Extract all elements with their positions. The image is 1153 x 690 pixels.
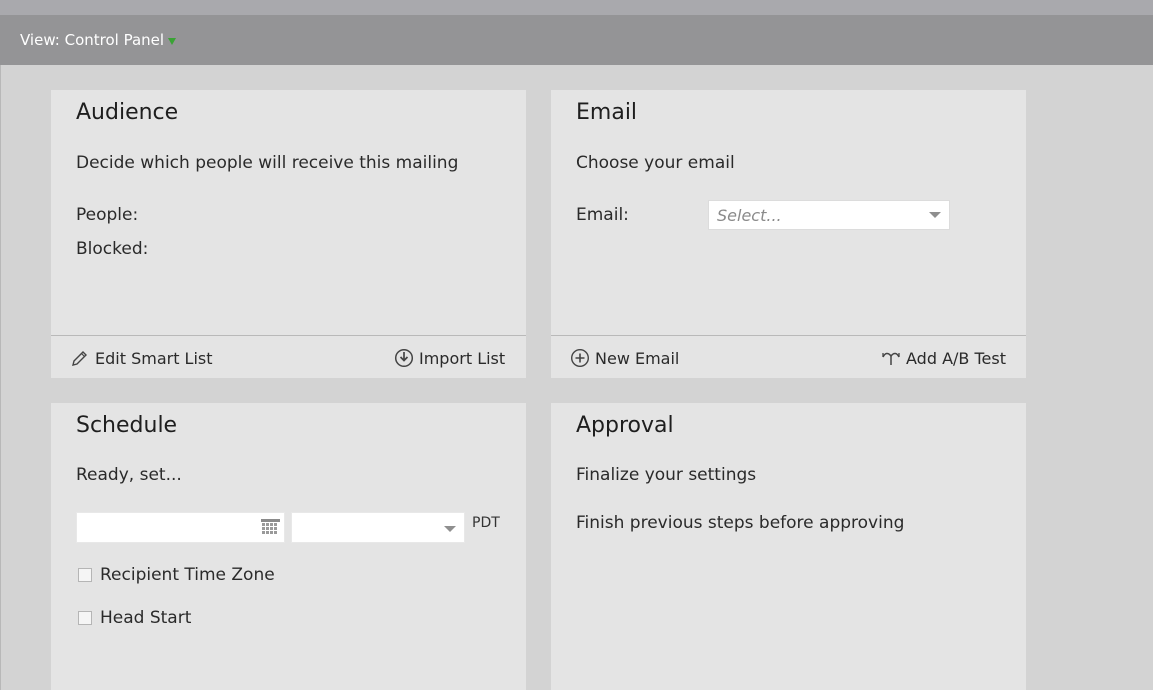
- email-title: Email: [576, 100, 638, 125]
- email-subtitle: Choose your email: [576, 153, 735, 173]
- approval-card: Approval Finalize your settings Finish p…: [551, 403, 1026, 690]
- head-start-label: Head Start: [100, 608, 192, 628]
- approval-subtitle: Finalize your settings: [576, 465, 757, 485]
- audience-subtitle: Decide which people will receive this ma…: [76, 153, 459, 173]
- people-label: People:: [76, 205, 139, 225]
- date-input[interactable]: [76, 512, 285, 543]
- time-select[interactable]: [291, 512, 465, 543]
- add-circle-icon: [570, 348, 590, 368]
- approval-status-text: Finish previous steps before approving: [576, 513, 905, 533]
- schedule-card: Schedule Ready, set... PDT Recipient Tim…: [51, 403, 526, 690]
- email-select-placeholder: Select...: [717, 206, 782, 225]
- dropdown-caret-icon: [929, 212, 941, 218]
- email-footer: New Email Add A/B Test: [551, 335, 1026, 378]
- view-selector[interactable]: View: Control Panel: [20, 31, 177, 49]
- view-bar: View: Control Panel: [0, 15, 1153, 65]
- import-list-label: Import List: [419, 348, 506, 368]
- calendar-icon[interactable]: [261, 519, 280, 536]
- edit-smart-list-button[interactable]: Edit Smart List: [70, 348, 213, 368]
- ab-test-icon: [882, 352, 900, 365]
- email-card: Email Choose your email Email: Select...…: [551, 90, 1026, 378]
- head-start-option: Head Start: [78, 608, 191, 628]
- audience-footer: Edit Smart List Import List: [51, 335, 526, 378]
- email-label: Email:: [576, 205, 629, 225]
- audience-card: Audience Decide which people will receiv…: [51, 90, 526, 378]
- import-icon: [394, 348, 414, 368]
- recipient-time-zone-label: Recipient Time Zone: [100, 565, 275, 585]
- schedule-subtitle: Ready, set...: [76, 465, 182, 485]
- edit-smart-list-label: Edit Smart List: [95, 348, 213, 368]
- import-list-button[interactable]: Import List: [394, 348, 505, 368]
- view-selector-label: View: Control Panel: [20, 31, 165, 49]
- approval-title: Approval: [576, 413, 674, 438]
- dropdown-caret-icon: [444, 526, 456, 532]
- timezone-label: PDT: [472, 515, 500, 531]
- left-divider: [0, 65, 1, 690]
- recipient-time-zone-checkbox[interactable]: [78, 568, 92, 582]
- audience-title: Audience: [76, 100, 179, 125]
- schedule-title: Schedule: [76, 413, 178, 438]
- add-ab-test-label: Add A/B Test: [906, 348, 1006, 368]
- email-select[interactable]: Select...: [708, 200, 950, 230]
- head-start-checkbox[interactable]: [78, 611, 92, 625]
- top-strip: [0, 0, 1153, 15]
- new-email-label: New Email: [595, 348, 680, 368]
- add-ab-test-button[interactable]: Add A/B Test: [881, 348, 1006, 368]
- pencil-icon: [72, 351, 87, 366]
- chevron-down-icon: [168, 37, 177, 45]
- new-email-button[interactable]: New Email: [570, 348, 679, 368]
- recipient-time-zone-option: Recipient Time Zone: [78, 565, 275, 585]
- blocked-label: Blocked:: [76, 239, 149, 259]
